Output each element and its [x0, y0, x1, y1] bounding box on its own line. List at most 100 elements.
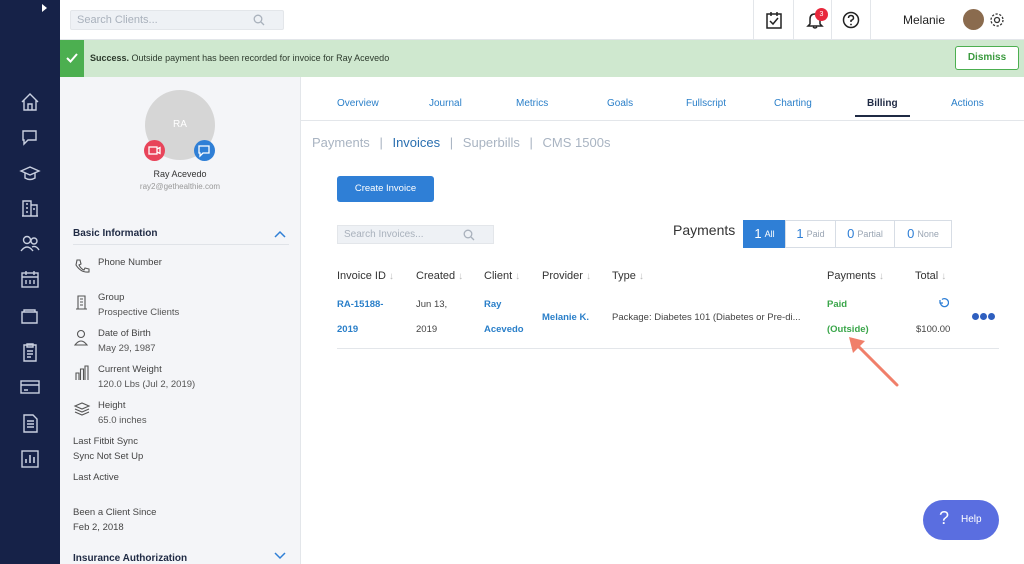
chevron-down-icon[interactable] — [274, 552, 286, 560]
user-avatar[interactable] — [963, 9, 984, 30]
header-total-label: Total — [915, 270, 939, 282]
filter-all-count: 1 — [754, 226, 762, 241]
chevron-up-icon[interactable] — [274, 230, 286, 238]
filter-paid-count: 1 — [796, 226, 804, 241]
folder-icon[interactable] — [19, 305, 41, 327]
banner-strong: Success. — [90, 53, 130, 63]
clipboard-icon[interactable] — [19, 341, 41, 363]
header-total[interactable]: Total ↓ — [915, 270, 946, 282]
tab-metrics[interactable]: Metrics — [516, 98, 548, 109]
calendar-icon[interactable] — [19, 268, 41, 290]
filter-none[interactable]: 0 None — [894, 220, 952, 248]
client-link[interactable]: Ray — [484, 299, 501, 310]
header-client-label: Client — [484, 270, 513, 282]
subtab-superbills[interactable]: Superbills — [463, 135, 520, 150]
header-type[interactable]: Type ↓ — [612, 270, 644, 282]
last-active-label: Last Active — [73, 472, 119, 483]
divider — [793, 0, 794, 40]
person-icon — [73, 329, 89, 346]
subtab-separator: | — [449, 135, 454, 150]
subtab-separator: | — [529, 135, 533, 150]
group-building-icon — [76, 295, 87, 310]
sort-arrow-icon: ↓ — [458, 271, 464, 282]
more-options-icon[interactable] — [972, 313, 996, 321]
client-since-value: Feb 2, 2018 — [73, 522, 124, 533]
report-icon[interactable] — [19, 448, 41, 470]
layers-icon — [73, 402, 91, 416]
search-invoices-input[interactable]: Search Invoices... — [337, 225, 494, 244]
client-name: Ray Acevedo — [153, 169, 207, 179]
payment-status-detail: (Outside) — [827, 324, 869, 335]
education-icon[interactable] — [19, 162, 41, 184]
checkmark-icon — [66, 53, 78, 63]
home-icon[interactable] — [19, 91, 41, 113]
search-icon[interactable] — [253, 14, 265, 26]
filter-paid-label: Paid — [806, 229, 825, 239]
tab-billing[interactable]: Billing — [867, 98, 898, 109]
filter-none-label: None — [917, 229, 939, 239]
subtab-invoices[interactable]: Invoices — [392, 135, 440, 150]
notification-badge: 3 — [815, 8, 828, 21]
chat-button[interactable] — [194, 140, 215, 161]
create-invoice-button[interactable]: Create Invoice — [337, 176, 434, 202]
tab-fullscript[interactable]: Fullscript — [686, 98, 726, 109]
client-since-label: Been a Client Since — [73, 507, 157, 518]
chat-icon[interactable] — [19, 126, 41, 148]
subtab-cms1500s[interactable]: CMS 1500s — [543, 135, 611, 150]
users-icon[interactable] — [19, 232, 41, 254]
help-button[interactable]: ? Help — [923, 500, 999, 540]
divider — [753, 0, 754, 40]
tab-overview[interactable]: Overview — [337, 98, 379, 109]
filter-partial[interactable]: 0 Partial — [835, 220, 895, 248]
sort-arrow-icon: ↓ — [878, 271, 884, 282]
expand-arrow-icon[interactable] — [42, 4, 47, 12]
header-payments[interactable]: Payments ↓ — [827, 270, 884, 282]
search-clients-input[interactable]: Search Clients... — [70, 10, 284, 30]
created-year: 2019 — [416, 324, 438, 335]
fitbit-value: Sync Not Set Up — [73, 451, 144, 462]
created-date: Jun 13, — [416, 299, 448, 310]
success-check-block — [60, 40, 84, 77]
user-name[interactable]: Melanie — [903, 13, 945, 27]
header-invoice-id-label: Invoice ID — [337, 270, 386, 282]
filter-all[interactable]: 1 All — [743, 220, 786, 248]
header-invoice-id[interactable]: Invoice ID ↓ — [337, 270, 394, 282]
video-call-button[interactable] — [144, 140, 165, 161]
gear-icon[interactable] — [988, 11, 1006, 29]
phone-icon — [75, 259, 90, 273]
height-label: Height — [98, 400, 126, 411]
sort-arrow-icon: ↓ — [638, 271, 644, 282]
header-client[interactable]: Client ↓ — [484, 270, 520, 282]
tab-charting[interactable]: Charting — [774, 98, 812, 109]
tab-actions[interactable]: Actions — [951, 98, 984, 109]
billing-subtabs: Payments | Invoices | Superbills | CMS 1… — [312, 135, 610, 150]
card-icon[interactable] — [19, 376, 41, 398]
nav-rail — [0, 0, 60, 564]
subtab-separator: | — [379, 135, 383, 150]
search-icon[interactable] — [463, 229, 475, 241]
client-link-line2[interactable]: Acevedo — [484, 324, 524, 335]
provider-link[interactable]: Melanie K. — [542, 312, 589, 323]
document-icon[interactable] — [19, 412, 41, 434]
subtab-payments[interactable]: Payments — [312, 135, 370, 150]
dob-label: Date of Birth — [98, 328, 151, 339]
header-provider[interactable]: Provider ↓ — [542, 270, 591, 282]
header-created[interactable]: Created ↓ — [416, 270, 463, 282]
weight-label: Current Weight — [98, 364, 162, 375]
tab-goals[interactable]: Goals — [607, 98, 633, 109]
dismiss-button[interactable]: Dismiss — [955, 46, 1019, 70]
tab-journal[interactable]: Journal — [429, 98, 462, 109]
header-provider-label: Provider — [542, 270, 583, 282]
help-circle-icon[interactable] — [841, 10, 861, 30]
refund-undo-icon[interactable] — [937, 297, 949, 309]
invoice-id-link[interactable]: RA-15188- — [337, 299, 383, 310]
phone-label[interactable]: Phone Number — [98, 257, 162, 268]
filter-none-count: 0 — [907, 226, 915, 241]
tasks-checkbox-icon[interactable] — [764, 10, 784, 30]
invoice-id-link-line2[interactable]: 2019 — [337, 324, 358, 335]
building-icon[interactable] — [19, 197, 41, 219]
banner-message: Success. Outside payment has been record… — [90, 53, 389, 63]
client-panel: RA Ray Acevedo ray2@gethealthie.com Basi… — [60, 77, 301, 564]
client-tabs: Overview Journal Metrics Goals Fullscrip… — [301, 77, 1024, 121]
filter-paid[interactable]: 1 Paid — [785, 220, 836, 248]
